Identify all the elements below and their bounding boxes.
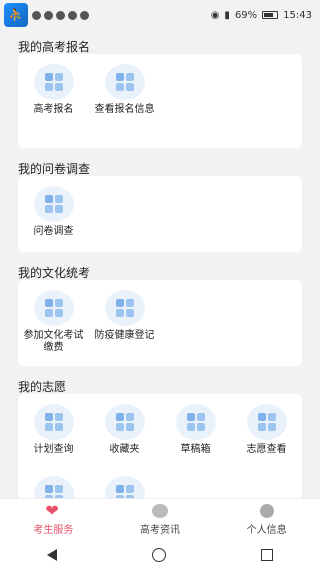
item-label: 问卷调查 bbox=[33, 226, 74, 237]
tab-label: 个人信息 bbox=[246, 524, 287, 536]
battery-percent: 69% bbox=[234, 9, 258, 21]
section-title: 我的志愿 bbox=[18, 380, 67, 394]
grid-item-view-registration[interactable]: 查看报名信息 bbox=[89, 64, 160, 142]
item-label: 草稿箱 bbox=[180, 444, 211, 455]
item-label: 防疫健康登记 bbox=[94, 330, 155, 341]
app-grid-icon bbox=[104, 64, 145, 100]
card: 问卷调查 bbox=[18, 176, 302, 252]
back-icon[interactable] bbox=[47, 548, 58, 561]
tab-gaokao-news[interactable]: 高考资讯 bbox=[107, 499, 214, 540]
grid-item-plan-query[interactable]: 计划查询 bbox=[18, 404, 89, 468]
grid-item-exam-fee[interactable]: 参加文化考试缴费 bbox=[18, 290, 89, 360]
person-icon bbox=[259, 503, 274, 518]
app-grid-icon bbox=[33, 290, 74, 326]
tab-personal-info[interactable]: 个人信息 bbox=[213, 499, 320, 540]
card: 计划查询 收藏夹 草稿箱 志愿查看 bbox=[18, 394, 302, 498]
grid-item-gaokao-register[interactable]: 高考报名 bbox=[18, 64, 89, 142]
section-volunteer: 我的志愿 计划查询 收藏夹 草稿箱 志愿查看 bbox=[0, 366, 320, 498]
section-questionnaire: 我的问卷调查 问卷调查 bbox=[0, 148, 320, 252]
app-grid-icon bbox=[33, 64, 74, 100]
home-icon[interactable] bbox=[151, 547, 166, 562]
item-label: 高考报名 bbox=[33, 104, 74, 115]
battery-icon bbox=[262, 11, 279, 19]
system-nav-bar bbox=[0, 540, 320, 569]
section-gaokao-registration: 我的高考报名 高考报名 查看报名信息 bbox=[0, 30, 320, 148]
section-title: 我的文化统考 bbox=[18, 266, 91, 280]
notification-icons bbox=[32, 10, 89, 20]
notification-icon bbox=[44, 10, 53, 20]
item-label: 收藏夹 bbox=[109, 444, 140, 455]
grid-item-unlabeled[interactable] bbox=[18, 476, 89, 498]
notification-icon bbox=[68, 10, 77, 20]
bottom-nav: ❤ 考生服务 高考资讯 个人信息 bbox=[0, 498, 320, 540]
app-grid-icon bbox=[104, 404, 145, 440]
card: 参加文化考试缴费 防疫健康登记 bbox=[18, 280, 302, 366]
app-grid-icon bbox=[175, 404, 216, 440]
item-label: 计划查询 bbox=[33, 444, 74, 455]
main-content: 我的高考报名 高考报名 查看报名信息 我的问卷调查 问卷调查 我的文化统考 参加… bbox=[0, 30, 320, 498]
app-grid-icon bbox=[33, 476, 74, 498]
section-title: 我的高考报名 bbox=[18, 40, 91, 54]
notification-icon bbox=[32, 10, 41, 20]
app-grid-icon bbox=[33, 404, 74, 440]
signal-icon: ▮ bbox=[224, 9, 230, 21]
section-culture-exam: 我的文化统考 参加文化考试缴费 防疫健康登记 bbox=[0, 252, 320, 366]
grid-item-drafts[interactable]: 草稿箱 bbox=[160, 404, 231, 468]
tab-candidate-services[interactable]: ❤ 考生服务 bbox=[0, 499, 107, 540]
notification-icon bbox=[80, 10, 89, 20]
grid-item-view-volunteer[interactable]: 志愿查看 bbox=[231, 404, 302, 468]
grid-item-questionnaire[interactable]: 问卷调查 bbox=[18, 186, 89, 246]
clock: 15:43 bbox=[283, 9, 312, 21]
grid-item-health-registration[interactable]: 防疫健康登记 bbox=[89, 290, 160, 360]
card: 高考报名 查看报名信息 bbox=[18, 54, 302, 148]
status-bar: ⛹ ◉ ▮ 69% 15:43 bbox=[0, 0, 320, 30]
status-right: ◉ ▮ 69% 15:43 bbox=[211, 10, 312, 21]
tab-label: 高考资讯 bbox=[140, 524, 180, 536]
grid-item-favorites[interactable]: 收藏夹 bbox=[89, 404, 160, 468]
grid-item-unlabeled[interactable] bbox=[89, 476, 160, 498]
chat-bubble-icon bbox=[152, 503, 168, 518]
recent-apps-icon[interactable] bbox=[260, 548, 273, 561]
item-label: 查看报名信息 bbox=[94, 104, 155, 115]
notification-icon bbox=[56, 10, 65, 20]
item-label: 志愿查看 bbox=[246, 444, 287, 455]
app-grid-icon bbox=[33, 186, 74, 222]
item-label: 参加文化考试缴费 bbox=[23, 330, 84, 353]
tab-label: 考生服务 bbox=[33, 524, 74, 536]
app-grid-icon bbox=[104, 476, 145, 498]
section-title: 我的问卷调查 bbox=[18, 162, 91, 176]
eye-icon: ◉ bbox=[210, 9, 220, 21]
app-grid-icon bbox=[104, 290, 145, 326]
app-grid-icon bbox=[246, 404, 287, 440]
app-logo-icon: ⛹ bbox=[4, 3, 28, 27]
heart-icon: ❤ bbox=[45, 500, 59, 520]
